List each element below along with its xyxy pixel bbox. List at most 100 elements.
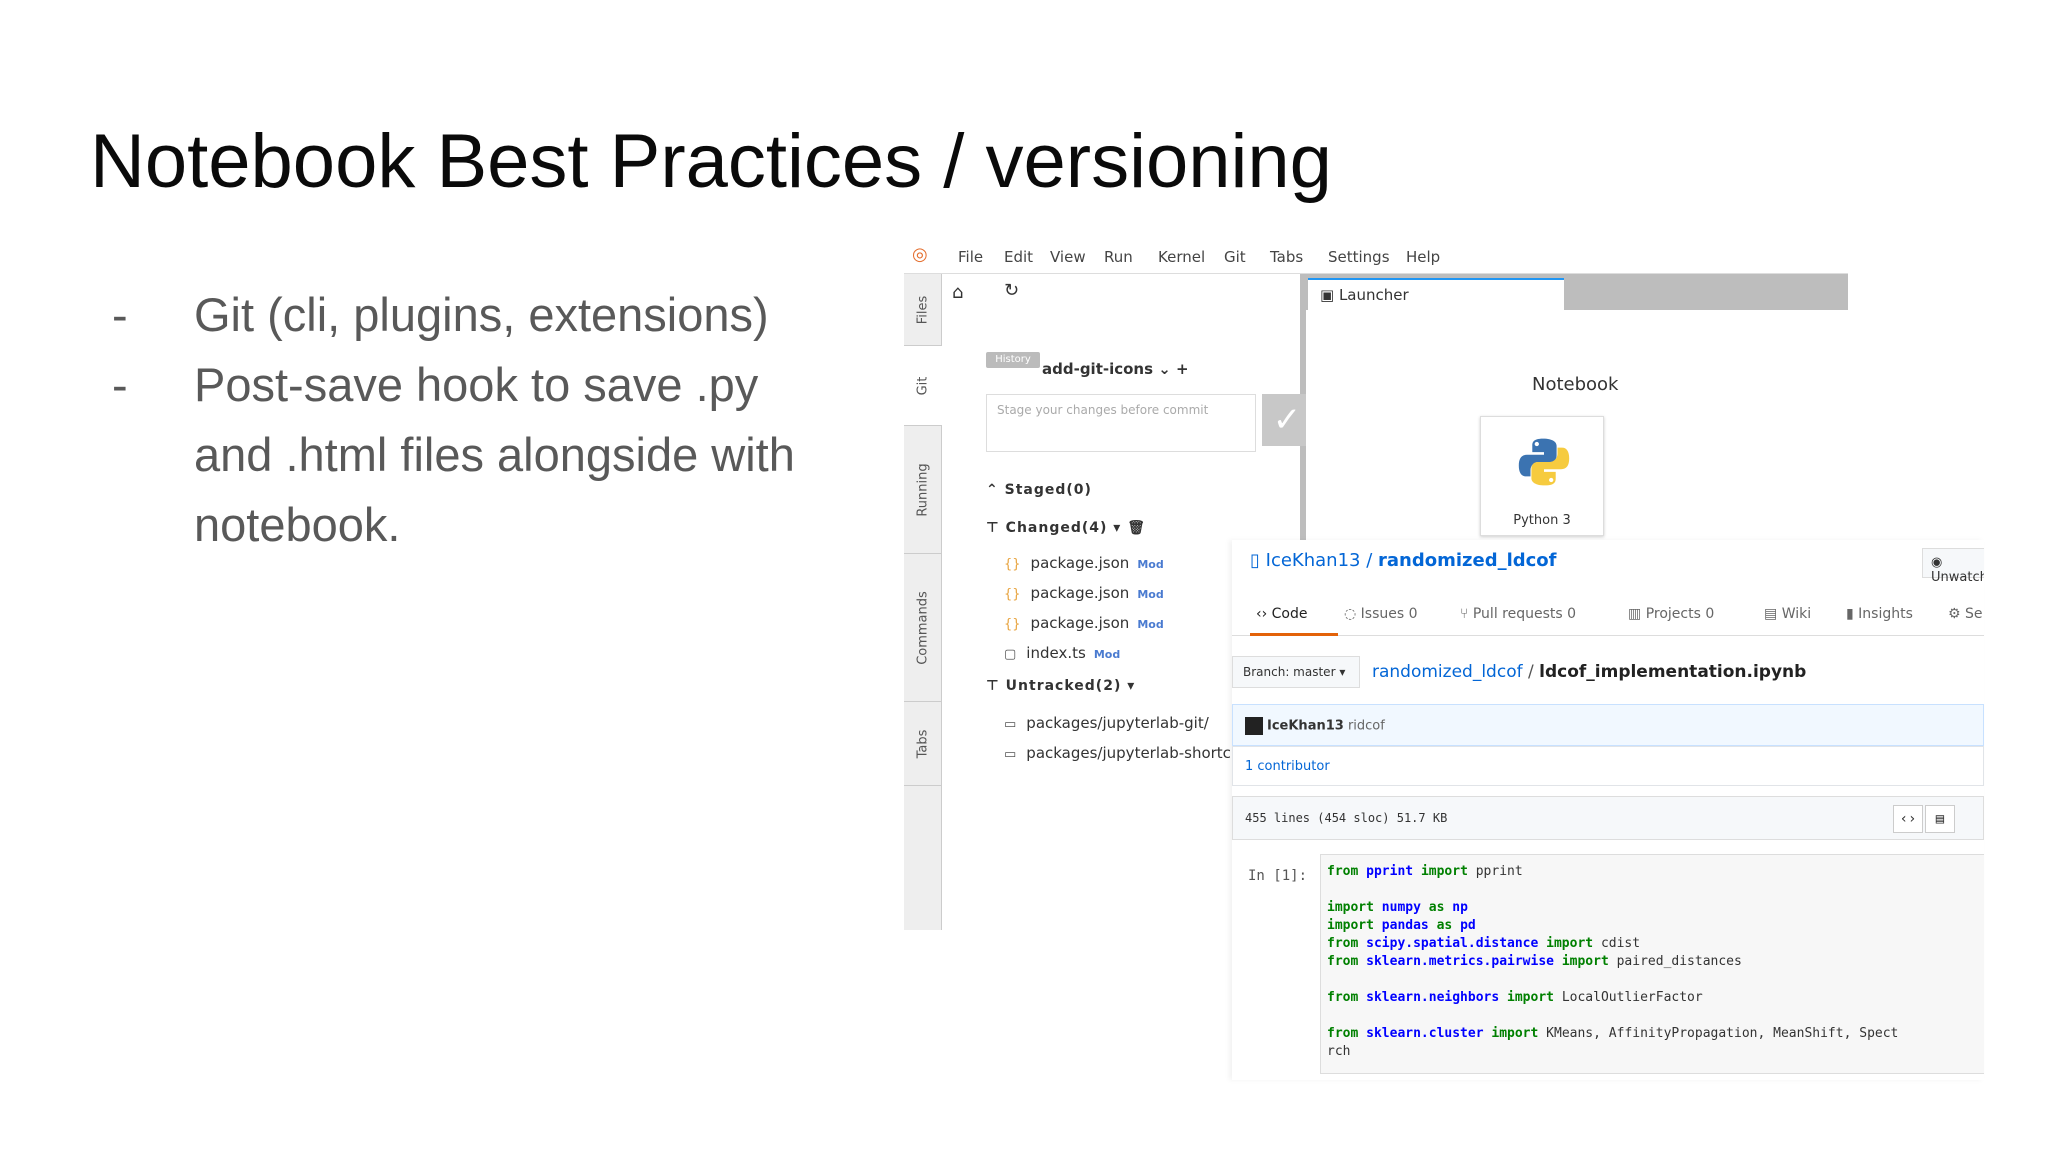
github-screenshot: ▯ IceKhan13 / randomized_ldcof ◉ Unwatch… xyxy=(1232,540,1984,1080)
menu-help[interactable]: Help xyxy=(1406,248,1440,266)
side-tab-commands[interactable]: Commands xyxy=(904,554,942,702)
tab-settings[interactable]: ⚙ Se xyxy=(1948,606,1983,622)
refresh-icon[interactable]: ↻ xyxy=(1004,280,1019,301)
commit-message-input[interactable]: Stage your changes before commit xyxy=(986,394,1256,452)
breadcrumb-separator: / xyxy=(1522,662,1540,682)
file-stats: 455 lines (454 sloc) 51.7 KB xyxy=(1245,811,1448,825)
eye-icon: ◉ xyxy=(1931,555,1943,570)
cell-prompt: In [1]: xyxy=(1248,868,1308,884)
breadcrumb-repo-link[interactable]: randomized_ldcof xyxy=(1372,662,1523,682)
chevron-icon: ⌃ xyxy=(986,482,1005,498)
bullet-text: Post-save hook to save .py and .html fil… xyxy=(194,358,795,551)
history-tag[interactable]: History xyxy=(986,352,1040,368)
staged-header[interactable]: ⌃ Staged(0) xyxy=(986,482,1092,498)
untracked-file[interactable]: ▭ packages/jupyterlab-git/ xyxy=(1004,714,1209,732)
project-icon: ▥ xyxy=(1628,606,1646,622)
bullet-list: - Git (cli, plugins, extensions) - Post-… xyxy=(112,280,812,560)
tab-projects[interactable]: ▥ Projects 0 xyxy=(1628,606,1714,622)
bullet-text: Git (cli, plugins, extensions) xyxy=(194,288,769,341)
file-breadcrumb: randomized_ldcof / ldcof_implementation.… xyxy=(1372,662,1806,682)
bullet-dash: - xyxy=(112,358,128,411)
slide-title: Notebook Best Practices / versioning xyxy=(90,119,1332,204)
tab-insights[interactable]: ▮ Insights xyxy=(1846,606,1913,622)
avatar xyxy=(1245,717,1263,735)
folder-icon: ▭ xyxy=(1004,747,1017,762)
menu-view[interactable]: View xyxy=(1050,248,1086,266)
dropdown-icon: ▾ xyxy=(1113,520,1122,536)
json-file-icon: {} xyxy=(1004,617,1021,632)
untracked-header[interactable]: ⊤ Untracked(2) ▾ xyxy=(986,678,1135,694)
home-icon[interactable]: ⌂ xyxy=(952,282,963,303)
view-source-button[interactable]: ‹› xyxy=(1893,805,1923,833)
commit-button[interactable]: ✓ xyxy=(1262,394,1312,446)
bullet-item: - Post-save hook to save .py and .html f… xyxy=(112,350,812,560)
commit-author[interactable]: IceKhan13 xyxy=(1267,719,1344,734)
pull-request-icon: ⑂ xyxy=(1460,606,1473,622)
menu-edit[interactable]: Edit xyxy=(1004,248,1033,266)
latest-commit-bar: IceKhan13 ridcof xyxy=(1232,704,1984,746)
graph-icon: ▮ xyxy=(1846,606,1859,622)
python-logo-icon xyxy=(1518,438,1570,486)
menu-tabs[interactable]: Tabs xyxy=(1270,248,1303,266)
breadcrumb-file: ldcof_implementation.ipynb xyxy=(1539,662,1807,682)
repo-name-link[interactable]: randomized_ldcof xyxy=(1378,550,1557,571)
launcher-area: ▣ Launcher Notebook Python 3 xyxy=(1306,274,1848,536)
menu-bar: ◎ File Edit View Run Kernel Git Tabs Set… xyxy=(904,238,1848,274)
menu-git[interactable]: Git xyxy=(1224,248,1246,266)
changed-file[interactable]: {} package.json Mod xyxy=(1004,584,1164,602)
tab-code[interactable]: ‹› Code xyxy=(1256,606,1308,622)
dropdown-icon: ▾ xyxy=(1127,678,1136,694)
repo-icon: ▯ xyxy=(1250,550,1266,571)
side-tab-git[interactable]: Git xyxy=(904,346,942,426)
wiki-icon: ▤ xyxy=(1764,606,1782,622)
bullet-item: - Git (cli, plugins, extensions) xyxy=(112,280,812,350)
repo-title: ▯ IceKhan13 / randomized_ldcof xyxy=(1250,550,1557,571)
tab-bar: ▣ Launcher xyxy=(1306,274,1848,310)
commit-message[interactable]: ridcof xyxy=(1348,719,1385,734)
side-tab-files[interactable]: Files xyxy=(904,274,942,346)
changed-header[interactable]: ⊤ Changed(4) ▾ 🗑 xyxy=(986,520,1146,536)
launcher-section-heading: Notebook xyxy=(1532,374,1619,395)
checkmark-icon: ✓ xyxy=(1272,400,1302,440)
menu-settings[interactable]: Settings xyxy=(1328,248,1390,266)
repo-nav-tabs: ‹› Code ◌ Issues 0 ⑂ Pull requests 0 ▥ P… xyxy=(1232,592,1984,636)
folder-icon: ▭ xyxy=(1004,717,1017,732)
side-tab-running[interactable]: Running xyxy=(904,426,942,554)
code-cell: from pprint import pprint import numpy as… xyxy=(1320,854,1984,1074)
json-file-icon: {} xyxy=(1004,557,1021,572)
code-icon: ‹› xyxy=(1899,811,1917,827)
document-icon: ▤ xyxy=(1935,811,1945,827)
bullet-dash: - xyxy=(112,288,128,341)
tab-launcher[interactable]: ▣ Launcher xyxy=(1308,278,1564,310)
side-tab-tabs[interactable]: Tabs xyxy=(904,702,942,786)
issue-icon: ◌ xyxy=(1344,606,1361,622)
code-icon: ‹› xyxy=(1256,606,1272,622)
gear-icon: ⚙ xyxy=(1948,606,1966,622)
changed-file[interactable]: {} package.json Mod xyxy=(1004,614,1164,632)
python3-notebook-card[interactable]: Python 3 xyxy=(1480,416,1604,536)
tab-issues[interactable]: ◌ Issues 0 xyxy=(1344,606,1418,622)
changed-file[interactable]: {} package.json Mod xyxy=(1004,554,1164,572)
card-label: Python 3 xyxy=(1513,513,1571,528)
untracked-file[interactable]: ▭ packages/jupyterlab-shortcuts xyxy=(1004,744,1254,762)
chevron-icon: ⊤ xyxy=(986,678,1006,694)
side-tab-bar: Files Git Running Commands Tabs xyxy=(904,274,942,930)
view-rendered-button[interactable]: ▤ xyxy=(1925,805,1955,833)
changed-file[interactable]: ▢ index.ts Mod xyxy=(1004,644,1120,662)
menu-run[interactable]: Run xyxy=(1104,248,1133,266)
json-file-icon: {} xyxy=(1004,587,1021,602)
tab-wiki[interactable]: ▤ Wiki xyxy=(1764,606,1811,622)
tab-pull-requests[interactable]: ⑂ Pull requests 0 xyxy=(1460,606,1576,622)
menu-kernel[interactable]: Kernel xyxy=(1158,248,1205,266)
file-info-bar: 455 lines (454 sloc) 51.7 KB ‹› ▤ xyxy=(1232,796,1984,840)
contributors-link[interactable]: 1 contributor xyxy=(1232,746,1984,786)
menu-file[interactable]: File xyxy=(958,248,983,266)
launcher-icon: ▣ xyxy=(1320,286,1339,304)
trash-icon[interactable]: 🗑 xyxy=(1127,520,1146,536)
branch-selector[interactable]: Branch: master ▾ xyxy=(1232,656,1360,688)
file-icon: ▢ xyxy=(1004,647,1017,662)
unwatch-button[interactable]: ◉ Unwatch xyxy=(1922,548,1984,585)
chevron-icon: ⊤ xyxy=(986,520,1006,536)
branch-selector[interactable]: add-git-icons ⌄ + xyxy=(1042,360,1189,378)
repo-owner-link[interactable]: IceKhan13 xyxy=(1266,550,1361,571)
